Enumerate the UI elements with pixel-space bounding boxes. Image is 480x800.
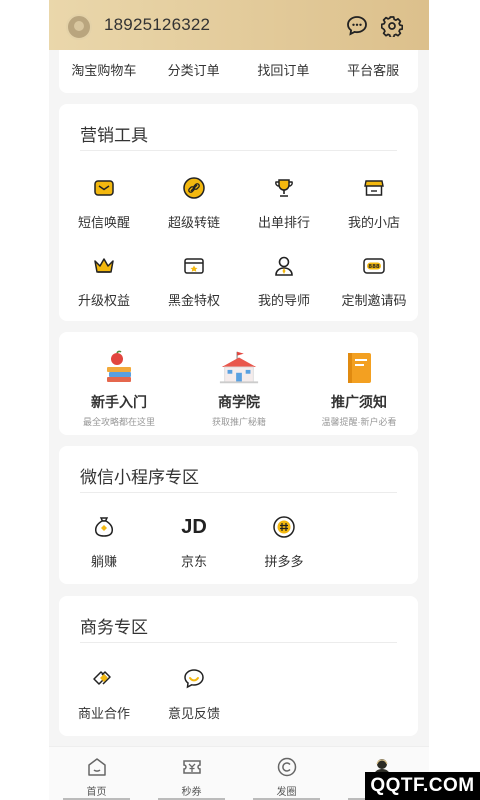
watermark: QQTF.COM (365, 772, 480, 800)
tool-black-gold[interactable]: 黑金特权 (149, 253, 239, 309)
tab-label: 首页 (86, 787, 107, 798)
guide-title: 新手入门 (91, 394, 147, 410)
chat-bubble-icon[interactable] (346, 15, 368, 37)
guides-card: 新手入门 最全攻略都在这里 商学院 获取推广秘籍 推广须知 温馨提醒·新户必看 (59, 332, 418, 435)
business-feedback[interactable]: 意见反馈 (149, 666, 239, 722)
business-cooperation[interactable]: 商业合作 (59, 666, 149, 722)
guide-promotion-notice[interactable]: 推广须知 温馨提醒·新户必看 (299, 348, 419, 428)
order-link-recover[interactable]: 找回订单 (239, 60, 329, 79)
link-icon (181, 175, 207, 201)
tool-upgrade-rights[interactable]: 升级权益 (59, 253, 149, 309)
divider (80, 642, 397, 643)
black-gold-card-icon (181, 253, 207, 279)
guide-newbie[interactable]: 新手入门 最全攻略都在这里 (59, 348, 179, 428)
trophy-icon (271, 175, 297, 201)
tool-label: 黑金特权 (167, 293, 220, 308)
phone-number: 18925126322 (104, 15, 211, 34)
business-label: 商业合作 (77, 706, 130, 721)
miniprogram-card: 微信小程序专区 躺赚 JD 京东 拼多多 (59, 446, 418, 584)
feedback-bubble-icon (181, 666, 207, 692)
shop-icon (361, 175, 387, 201)
tab-coupon[interactable]: 秒券 (144, 747, 239, 800)
tool-super-link[interactable]: 超级转链 (149, 175, 239, 231)
mini-tangzhuan[interactable]: 躺赚 (59, 514, 149, 570)
business-card: 商务专区 商业合作 意见反馈 (59, 596, 418, 736)
handshake-icon (91, 666, 117, 692)
mini-pinduoduo[interactable]: 拼多多 (239, 514, 329, 570)
app-screen: 18925126322 淘宝购物车 分类订单 找回订单 平台客服 营销工具 短信… (49, 0, 429, 800)
books-apple-icon (98, 348, 140, 388)
section-title: 微信小程序专区 (80, 468, 199, 487)
gear-icon[interactable] (381, 15, 403, 37)
tool-label: 我的导师 (257, 293, 310, 308)
divider (80, 150, 397, 151)
crown-icon (91, 253, 117, 279)
guide-title: 商学院 (218, 394, 260, 410)
tab-label: 发圈 (276, 787, 297, 798)
home-icon (85, 755, 109, 779)
tab-label: 秒券 (181, 787, 202, 798)
tab-home[interactable]: 首页 (49, 747, 144, 800)
guide-subtitle: 温馨提醒·新户必看 (321, 417, 397, 427)
mini-label: 拼多多 (264, 554, 304, 569)
business-label: 意见反馈 (167, 706, 220, 721)
order-link-support[interactable]: 平台客服 (328, 60, 418, 79)
order-link-taobao-cart[interactable]: 淘宝购物车 (59, 60, 149, 79)
svg-text:888: 888 (368, 264, 380, 270)
guide-title: 推广须知 (331, 394, 387, 410)
pinduoduo-icon (271, 514, 297, 540)
tool-my-shop[interactable]: 我的小店 (329, 175, 419, 231)
section-title: 商务专区 (80, 618, 148, 637)
guide-subtitle: 最全攻略都在这里 (82, 417, 155, 427)
mini-label: 京东 (180, 554, 207, 569)
tool-order-ranking[interactable]: 出单排行 (239, 175, 329, 231)
tool-label: 短信唤醒 (77, 215, 130, 230)
profile-header: 18925126322 (49, 0, 429, 50)
tool-sms-wake[interactable]: 短信唤醒 (59, 175, 149, 231)
tool-label: 超级转链 (167, 215, 220, 230)
mini-jd[interactable]: JD 京东 (149, 514, 239, 570)
coupon-icon (180, 755, 204, 779)
divider (80, 492, 397, 493)
tab-share-circle[interactable]: 发圈 (239, 747, 334, 800)
section-title: 营销工具 (80, 126, 148, 145)
invite-code-icon: 888 (361, 253, 387, 279)
mini-label: 躺赚 (90, 554, 117, 569)
avatar[interactable] (66, 14, 92, 40)
guide-subtitle: 获取推广秘籍 (211, 417, 266, 427)
tool-my-mentor[interactable]: 我的导师 (239, 253, 329, 309)
tool-invite-code[interactable]: 888 定制邀请码 (329, 253, 419, 309)
order-link-category[interactable]: 分类订单 (149, 60, 239, 79)
money-bag-icon (91, 514, 117, 540)
mentor-icon (271, 253, 297, 279)
share-circle-icon (275, 755, 299, 779)
sms-envelope-icon (91, 175, 117, 201)
tool-label: 升级权益 (77, 293, 130, 308)
tool-label: 出单排行 (257, 215, 310, 230)
orders-card: 淘宝购物车 分类订单 找回订单 平台客服 (59, 50, 418, 93)
tool-label: 我的小店 (347, 215, 400, 230)
jd-logo-icon: JD (181, 515, 207, 538)
marketing-tools-card: 营销工具 短信唤醒 超级转链 出单排行 我的小店 升级权益 黑金特权 我的导师 … (59, 104, 418, 321)
guide-business-school[interactable]: 商学院 获取推广秘籍 (179, 348, 299, 428)
notebook-icon (338, 348, 380, 388)
school-icon (218, 348, 260, 388)
tool-label: 定制邀请码 (341, 293, 407, 308)
